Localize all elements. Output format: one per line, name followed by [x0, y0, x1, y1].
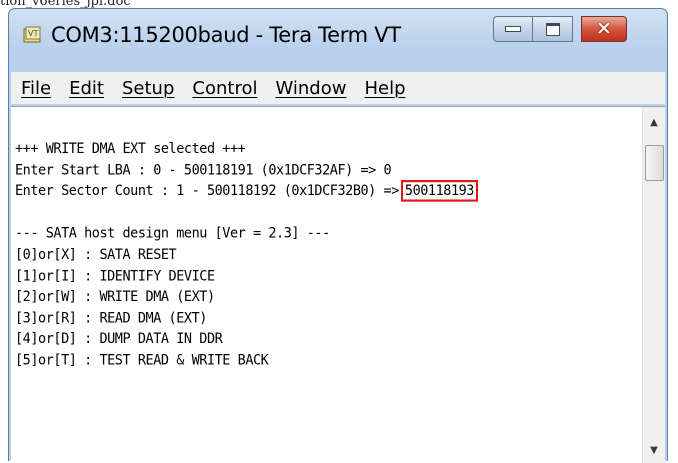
terminal-line: [3]or[R] : READ DMA (EXT) — [15, 309, 207, 327]
vertical-scrollbar[interactable]: ▲ ▼ — [642, 107, 665, 463]
tera-term-icon: VT — [23, 26, 41, 43]
terminal-line: +++ WRITE DMA EXT selected +++ — [15, 140, 246, 158]
menu-bar: File Edit Setup Control Window Help — [11, 72, 665, 104]
window-title: COM3:115200baud - Tera Term VT — [51, 23, 401, 47]
svg-text:VT: VT — [28, 29, 38, 38]
highlighted-input-value: 500118193 — [400, 180, 478, 202]
minimize-button[interactable] — [493, 16, 533, 42]
terminal-line: Enter Start LBA : 0 - 500118191 (0x1DCF3… — [15, 161, 392, 179]
menu-file[interactable]: File — [13, 78, 59, 99]
maximize-icon — [545, 22, 560, 36]
terminal-output: +++ WRITE DMA EXT selected +++ Enter Sta… — [15, 139, 645, 372]
terminal-line-prompt: Enter Sector Count : 1 - 500118192 (0x1D… — [15, 180, 645, 202]
terminal-area[interactable]: +++ WRITE DMA EXT selected +++ Enter Sta… — [11, 106, 665, 463]
terminal-line: [1]or[I] : IDENTIFY DEVICE — [15, 267, 215, 285]
menu-help[interactable]: Help — [356, 78, 413, 99]
menu-setup[interactable]: Setup — [114, 78, 182, 99]
minimize-icon — [505, 26, 521, 32]
scroll-down-arrow-icon[interactable]: ▼ — [643, 441, 665, 461]
menu-edit[interactable]: Edit — [61, 78, 112, 99]
close-button[interactable]: ✕ — [581, 16, 627, 42]
terminal-line: [5]or[T] : TEST READ & WRITE BACK — [15, 351, 269, 369]
terminal-line: [2]or[W] : WRITE DMA (EXT) — [15, 288, 215, 306]
terminal-line: [4]or[D] : DUMP DATA IN DDR — [15, 330, 223, 348]
document-caption: tion_v6eries_jpl.doc — [0, 0, 131, 9]
terminal-line: [0]or[X] : SATA RESET — [15, 245, 177, 264]
menu-control[interactable]: Control — [184, 78, 265, 99]
tera-term-window: VT COM3:115200baud - Tera Term VT ✕ File… — [8, 8, 668, 463]
scrollbar-thumb[interactable] — [645, 145, 664, 181]
title-bar[interactable]: VT COM3:115200baud - Tera Term VT ✕ — [9, 9, 667, 61]
maximize-button[interactable] — [533, 16, 573, 42]
scroll-up-arrow-icon[interactable]: ▲ — [643, 113, 665, 133]
terminal-line: --- SATA host design menu [Ver = 2.3] --… — [15, 224, 330, 243]
menu-window[interactable]: Window — [267, 78, 354, 99]
close-icon: ✕ — [596, 17, 612, 40]
terminal-prompt-text: Enter Sector Count : 1 - 500118192 (0x1D… — [15, 182, 399, 200]
